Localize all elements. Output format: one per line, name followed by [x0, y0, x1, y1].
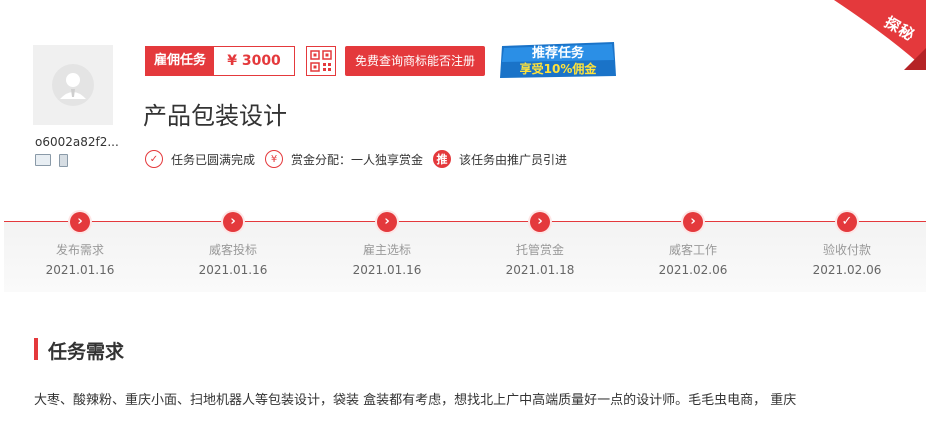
- step-acceptance: ✓ 验收付款 2021.02.06: [787, 212, 907, 277]
- feature-label: 任务已圆满完成: [171, 152, 256, 167]
- step-name: 雇主选标: [362, 243, 411, 257]
- task-features: ✓ 任务已圆满完成 ¥ 赏金分配：一人独享赏金 推 该任务由推广员引进: [145, 150, 577, 168]
- step-name: 威客投标: [208, 243, 257, 257]
- step-date: 2021.01.16: [45, 263, 115, 277]
- step-date: 2021.02.06: [812, 263, 882, 277]
- task-type-label: 雇佣任务: [146, 47, 215, 75]
- promo-commission-badge[interactable]: 推荐任务 享受10%佣金: [498, 36, 620, 80]
- task-detail-page: 探秘 o6002a82f2... 雇佣任务 ¥ 3000 免费查询商标能否注册 …: [0, 0, 926, 431]
- step-arrow-icon: ›: [70, 212, 90, 232]
- section-accent-bar: [34, 338, 38, 360]
- checkmark-icon: ✓: [145, 150, 163, 168]
- promoter-icon: 推: [433, 150, 452, 168]
- feature-label: 该任务由推广员引进: [459, 152, 568, 167]
- step-arrow-icon: ›: [223, 212, 243, 232]
- feature-completed: ✓ 任务已圆满完成: [145, 150, 255, 168]
- step-date: 2021.02.06: [658, 263, 728, 277]
- task-title: 产品包装设计: [143, 102, 287, 130]
- feature-promoter: 推 该任务由推广员引进: [433, 150, 567, 168]
- step-name: 发布需求: [55, 243, 104, 257]
- step-publish: › 发布需求 2021.01.16: [20, 212, 140, 277]
- id-card-icon: [35, 154, 51, 166]
- user-placeholder-icon: [52, 64, 94, 106]
- feature-label: 赏金分配：一人独享赏金: [291, 152, 424, 167]
- username[interactable]: o6002a82f2...: [35, 135, 119, 149]
- task-type-price: 雇佣任务 ¥ 3000: [145, 46, 296, 76]
- step-arrow-icon: ›: [683, 212, 703, 232]
- step-check-icon: ✓: [837, 212, 857, 232]
- promo-line2: 享受10%佣金: [520, 61, 598, 76]
- phone-icon: [59, 154, 68, 167]
- step-arrow-icon: ›: [377, 212, 397, 232]
- step-work: › 威客工作 2021.02.06: [633, 212, 753, 277]
- step-escrow: › 托管赏金 2021.01.18: [480, 212, 600, 277]
- feature-reward-allocation: ¥ 赏金分配：一人独享赏金: [265, 150, 423, 168]
- step-date: 2021.01.16: [352, 263, 422, 277]
- step-date: 2021.01.16: [198, 263, 268, 277]
- task-description: 大枣、酸辣粉、重庆小面、扫地机器人等包装设计，袋装 盒装都有考虑，想找北上广中高…: [34, 393, 797, 408]
- section-title: 任务需求: [48, 341, 125, 363]
- yen-icon: ¥: [265, 150, 284, 168]
- avatar[interactable]: [33, 45, 113, 125]
- trademark-check-button[interactable]: 免费查询商标能否注册: [345, 46, 486, 76]
- step-name: 威客工作: [668, 243, 717, 257]
- explore-ribbon[interactable]: 探秘: [834, 0, 926, 70]
- user-verification-icons: [35, 154, 68, 167]
- promo-line1: 推荐任务: [532, 45, 585, 61]
- step-arrow-icon: ›: [530, 212, 550, 232]
- task-price: ¥ 3000: [214, 47, 295, 75]
- step-select: › 雇主选标 2021.01.16: [327, 212, 447, 277]
- qr-code-icon[interactable]: [306, 46, 336, 76]
- step-name: 验收付款: [822, 243, 871, 257]
- step-name: 托管赏金: [515, 243, 564, 257]
- step-date: 2021.01.18: [505, 263, 575, 277]
- step-bid: › 威客投标 2021.01.16: [173, 212, 293, 277]
